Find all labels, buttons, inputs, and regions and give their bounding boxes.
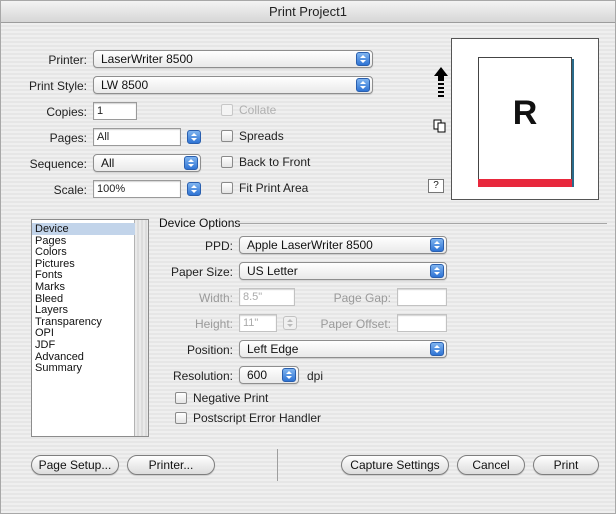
paper-offset-label: Paper Offset: — [320, 317, 391, 331]
resolution-unit: dpi — [307, 369, 324, 383]
list-item[interactable]: Summary — [32, 362, 135, 374]
button-divider — [277, 449, 278, 481]
fit-print-area-label: Fit Print Area — [239, 181, 309, 195]
position-value: Left Edge — [247, 342, 299, 356]
popup-arrows-icon — [430, 238, 444, 252]
list-item[interactable]: OPI — [32, 327, 135, 339]
postscript-error-handler-label: Postscript Error Handler — [193, 411, 322, 425]
popup-arrows-icon — [282, 368, 296, 382]
popup-arrows-icon — [356, 52, 370, 66]
sequence-label: Sequence: — [29, 157, 87, 171]
list-item[interactable]: Pages — [32, 235, 135, 247]
list-item[interactable]: Layers — [32, 304, 135, 316]
printer-label: Printer: — [48, 53, 87, 67]
ppd-popup[interactable]: Apple LaserWriter 8500 — [239, 236, 447, 254]
list-item[interactable]: Colors — [32, 246, 135, 258]
list-item[interactable]: Device — [32, 223, 135, 235]
sequence-value: All — [101, 156, 115, 170]
height-label: Height: — [194, 317, 233, 331]
panel-list[interactable]: Device Pages Colors Pictures Fonts Marks Bleed… — [31, 219, 149, 437]
multiple-pages-icon — [433, 119, 447, 133]
preview-bleed-strip — [478, 179, 572, 187]
device-options-title: Device Options — [159, 216, 241, 230]
popup-arrows-icon — [430, 264, 444, 278]
cancel-button[interactable]: Cancel — [457, 455, 525, 475]
list-item[interactable]: Advanced — [32, 351, 135, 363]
print-style-value: LW 8500 — [101, 78, 149, 92]
feed-direction-arrow-icon — [434, 67, 448, 103]
postscript-error-handler-checkbox[interactable] — [175, 412, 187, 424]
ppd-value: Apple LaserWriter 8500 — [247, 238, 373, 252]
popup-arrows-icon — [430, 342, 444, 356]
print-dialog: Print Project1 Printer: LaserWriter 8500… — [0, 0, 616, 514]
resolution-value: 600 — [247, 368, 268, 382]
print-button[interactable]: Print — [533, 455, 599, 475]
help-button[interactable]: ? — [428, 179, 444, 193]
pages-field[interactable]: All — [93, 128, 181, 146]
resolution-popup[interactable]: 600 — [239, 366, 299, 384]
page-preview: R — [451, 38, 599, 200]
negative-print-checkbox[interactable] — [175, 392, 187, 404]
group-divider — [237, 223, 607, 224]
paper-size-value: US Letter — [247, 264, 298, 278]
negative-print-label: Negative Print — [193, 391, 269, 405]
paper-size-popup[interactable]: US Letter — [239, 262, 447, 280]
list-item[interactable]: Marks — [32, 281, 135, 293]
scale-menu-arrows-icon[interactable] — [187, 182, 201, 196]
scrollbar[interactable] — [134, 220, 148, 436]
paper-size-label: Paper Size: — [170, 265, 233, 279]
back-to-front-label: Back to Front — [239, 155, 311, 169]
ppd-label: PPD: — [204, 239, 233, 253]
printer-button[interactable]: Printer... — [127, 455, 215, 475]
capture-settings-button[interactable]: Capture Settings — [341, 455, 449, 475]
preview-letter: R — [512, 94, 538, 132]
window-title: Print Project1 — [1, 1, 615, 23]
width-field[interactable]: 8.5" — [239, 288, 295, 306]
width-label: Width: — [198, 291, 233, 305]
collate-label: Collate — [239, 103, 277, 117]
height-field[interactable]: 11" — [239, 314, 277, 332]
list-item[interactable]: JDF — [32, 339, 135, 351]
list-item[interactable]: Transparency — [32, 316, 135, 328]
spreads-label: Spreads — [239, 129, 284, 143]
pages-menu-arrows-icon[interactable] — [187, 130, 201, 144]
popup-arrows-icon — [184, 156, 198, 170]
print-style-label: Print Style: — [28, 79, 87, 93]
printer-value: LaserWriter 8500 — [101, 52, 193, 66]
spreads-checkbox[interactable] — [221, 130, 233, 142]
height-stepper-icon[interactable] — [283, 316, 297, 330]
pages-label: Pages: — [49, 131, 87, 145]
back-to-front-checkbox[interactable] — [221, 156, 233, 168]
list-item[interactable]: Pictures — [32, 258, 135, 270]
scale-field[interactable]: 100% — [93, 180, 181, 198]
list-item[interactable]: Bleed — [32, 293, 135, 305]
print-style-popup[interactable]: LW 8500 — [93, 76, 373, 94]
copies-field[interactable]: 1 — [93, 102, 137, 120]
page-gap-label: Page Gap: — [333, 291, 391, 305]
paper-offset-field[interactable] — [397, 314, 447, 332]
list-item[interactable]: Fonts — [32, 269, 135, 281]
printer-popup[interactable]: LaserWriter 8500 — [93, 50, 373, 68]
position-label: Position: — [186, 343, 233, 357]
collate-checkbox[interactable] — [221, 104, 233, 116]
position-popup[interactable]: Left Edge — [239, 340, 447, 358]
page-setup-button[interactable]: Page Setup... — [31, 455, 119, 475]
popup-arrows-icon — [356, 78, 370, 92]
copies-label: Copies: — [46, 105, 87, 119]
page-gap-field[interactable] — [397, 288, 447, 306]
scale-label: Scale: — [53, 183, 87, 197]
sequence-popup[interactable]: All — [93, 154, 201, 172]
fit-print-area-checkbox[interactable] — [221, 182, 233, 194]
resolution-label: Resolution: — [172, 369, 233, 383]
